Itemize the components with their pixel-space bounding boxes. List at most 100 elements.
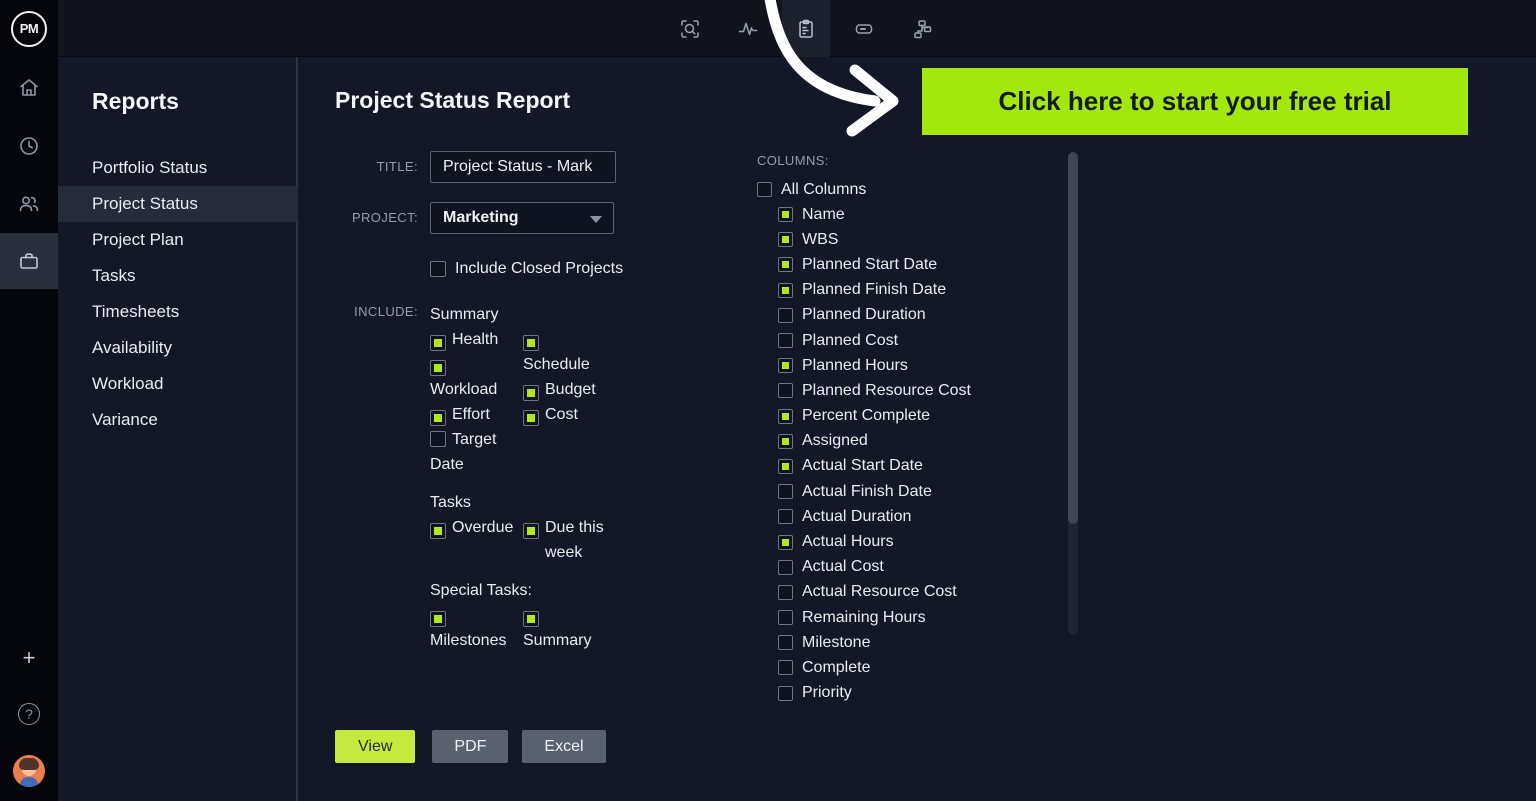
sidebar-item-portfolio-status[interactable]: Portfolio Status xyxy=(58,150,298,186)
checkbox-checked[interactable] xyxy=(523,335,539,351)
column-option-planned-cost[interactable]: Planned Cost xyxy=(778,328,1057,353)
sidebar-item-variance[interactable]: Variance xyxy=(58,402,298,438)
include-closed-projects-row[interactable]: Include Closed Projects xyxy=(430,260,623,278)
checkbox-unchecked[interactable] xyxy=(778,685,793,701)
clock-icon[interactable] xyxy=(0,118,58,174)
checkbox-unchecked[interactable] xyxy=(778,660,793,676)
help-button[interactable]: ? xyxy=(0,686,58,742)
select-search-icon[interactable] xyxy=(666,0,714,57)
view-button[interactable]: View xyxy=(335,730,416,763)
columns-scrollbar-thumb[interactable] xyxy=(1068,152,1078,524)
column-option-complete[interactable]: Complete xyxy=(778,655,1057,680)
report-title-input[interactable] xyxy=(430,151,616,183)
checkbox-checked[interactable] xyxy=(430,523,446,539)
column-option-actual-start-date[interactable]: Actual Start Date xyxy=(778,454,1057,479)
checkbox-unchecked[interactable] xyxy=(778,484,793,500)
columns-list: Name WBS Planned Start Date Planned Finish … xyxy=(778,202,1057,706)
checkbox-unchecked[interactable] xyxy=(778,635,793,651)
column-option-planned-start-date[interactable]: Planned Start Date xyxy=(778,252,1057,277)
projects-briefcase-icon[interactable] xyxy=(0,233,58,289)
checkbox-checked[interactable] xyxy=(430,335,446,351)
checkbox-unchecked[interactable] xyxy=(778,584,793,600)
all-columns-checkbox[interactable] xyxy=(757,182,772,197)
reports-clipboard-icon[interactable] xyxy=(782,0,830,57)
checkbox-row[interactable]: Due this week xyxy=(523,515,609,565)
sidebar-item-project-plan[interactable]: Project Plan xyxy=(58,222,298,258)
checkbox-checked[interactable] xyxy=(778,358,793,374)
sidebar-item-timesheets[interactable]: Timesheets xyxy=(58,294,298,330)
checkbox-row[interactable]: Target Date xyxy=(430,427,516,477)
user-avatar[interactable] xyxy=(0,743,58,799)
column-option-planned-hours[interactable]: Planned Hours xyxy=(778,353,1057,378)
checkbox-unchecked[interactable] xyxy=(430,431,446,447)
project-select[interactable]: Marketing xyxy=(430,202,614,234)
card-icon[interactable] xyxy=(840,0,888,57)
checkbox-checked[interactable] xyxy=(778,458,793,474)
checkbox-checked[interactable] xyxy=(430,360,446,376)
include-closed-checkbox[interactable] xyxy=(430,261,446,277)
checkbox-unchecked[interactable] xyxy=(778,383,793,399)
checkbox-checked[interactable] xyxy=(523,410,539,426)
column-option-priority[interactable]: Priority xyxy=(778,681,1057,706)
column-option-actual-cost[interactable]: Actual Cost xyxy=(778,555,1057,580)
column-option-actual-resource-cost[interactable]: Actual Resource Cost xyxy=(778,580,1057,605)
checkbox-checked[interactable] xyxy=(523,611,539,627)
column-option-name[interactable]: Name xyxy=(778,202,1057,227)
checkbox-unchecked[interactable] xyxy=(778,559,793,575)
checkbox-row[interactable]: Overdue xyxy=(430,515,516,540)
checkbox-label: Milestones xyxy=(430,632,507,649)
checkbox-row[interactable]: Workload xyxy=(430,352,516,402)
column-option-milestone[interactable]: Milestone xyxy=(778,630,1057,655)
checkbox-checked[interactable] xyxy=(430,611,446,627)
checkbox-row[interactable]: Milestones xyxy=(430,603,516,653)
left-rail: PM + ? xyxy=(0,0,58,801)
all-columns-row[interactable]: All Columns xyxy=(757,177,1057,202)
pm-logo[interactable]: PM xyxy=(0,0,58,57)
free-trial-banner[interactable]: Click here to start your free trial xyxy=(922,68,1468,135)
column-option-actual-finish-date[interactable]: Actual Finish Date xyxy=(778,479,1057,504)
checkbox-checked[interactable] xyxy=(430,410,446,426)
column-option-assigned[interactable]: Assigned xyxy=(778,429,1057,454)
checkbox-unchecked[interactable] xyxy=(778,509,793,525)
checkbox-checked[interactable] xyxy=(778,408,793,424)
sidebar-item-tasks[interactable]: Tasks xyxy=(58,258,298,294)
sidebar-item-project-status[interactable]: Project Status xyxy=(58,186,298,222)
column-option-planned-duration[interactable]: Planned Duration xyxy=(778,303,1057,328)
add-button[interactable]: + xyxy=(0,630,58,686)
column-option-actual-duration[interactable]: Actual Duration xyxy=(778,504,1057,529)
checkbox-row[interactable]: Summary xyxy=(523,603,609,653)
home-icon[interactable] xyxy=(0,60,58,116)
checkbox-row[interactable]: Budget xyxy=(523,377,609,402)
column-option-wbs[interactable]: WBS xyxy=(778,227,1057,252)
checkbox-checked[interactable] xyxy=(778,257,793,273)
app-window: PM + ? Reports Portfolio Status Project … xyxy=(0,0,1536,801)
checkbox-checked[interactable] xyxy=(778,433,793,449)
checkbox-checked[interactable] xyxy=(523,385,539,401)
checkbox-row[interactable]: Effort xyxy=(430,402,516,427)
checkbox-row[interactable]: Schedule xyxy=(523,327,609,377)
checkbox-checked[interactable] xyxy=(778,207,793,223)
pdf-button[interactable]: PDF xyxy=(432,730,509,763)
checkbox-unchecked[interactable] xyxy=(778,307,793,323)
workflow-icon[interactable] xyxy=(898,0,946,57)
checkbox-row[interactable]: Health xyxy=(430,327,516,352)
checkbox-checked[interactable] xyxy=(523,523,539,539)
checkbox-unchecked[interactable] xyxy=(778,610,793,626)
column-option-planned-resource-cost[interactable]: Planned Resource Cost xyxy=(778,378,1057,403)
excel-button[interactable]: Excel xyxy=(522,730,606,763)
column-option-planned-finish-date[interactable]: Planned Finish Date xyxy=(778,278,1057,303)
checkbox-checked[interactable] xyxy=(778,534,793,550)
team-icon[interactable] xyxy=(0,176,58,232)
column-option-percent-complete[interactable]: Percent Complete xyxy=(778,404,1057,429)
checkbox-checked[interactable] xyxy=(778,232,793,248)
column-option-label: Actual Cost xyxy=(802,558,884,576)
column-option-actual-hours[interactable]: Actual Hours xyxy=(778,529,1057,554)
activity-icon[interactable] xyxy=(724,0,772,57)
checkbox-checked[interactable] xyxy=(778,282,793,298)
include-options: Summary Health Workload Effort Target Date Sc… xyxy=(430,302,640,666)
checkbox-unchecked[interactable] xyxy=(778,333,793,349)
checkbox-row[interactable]: Cost xyxy=(523,402,609,427)
column-option-remaining-hours[interactable]: Remaining Hours xyxy=(778,605,1057,630)
sidebar-item-workload[interactable]: Workload xyxy=(58,366,298,402)
sidebar-item-availability[interactable]: Availability xyxy=(58,330,298,366)
